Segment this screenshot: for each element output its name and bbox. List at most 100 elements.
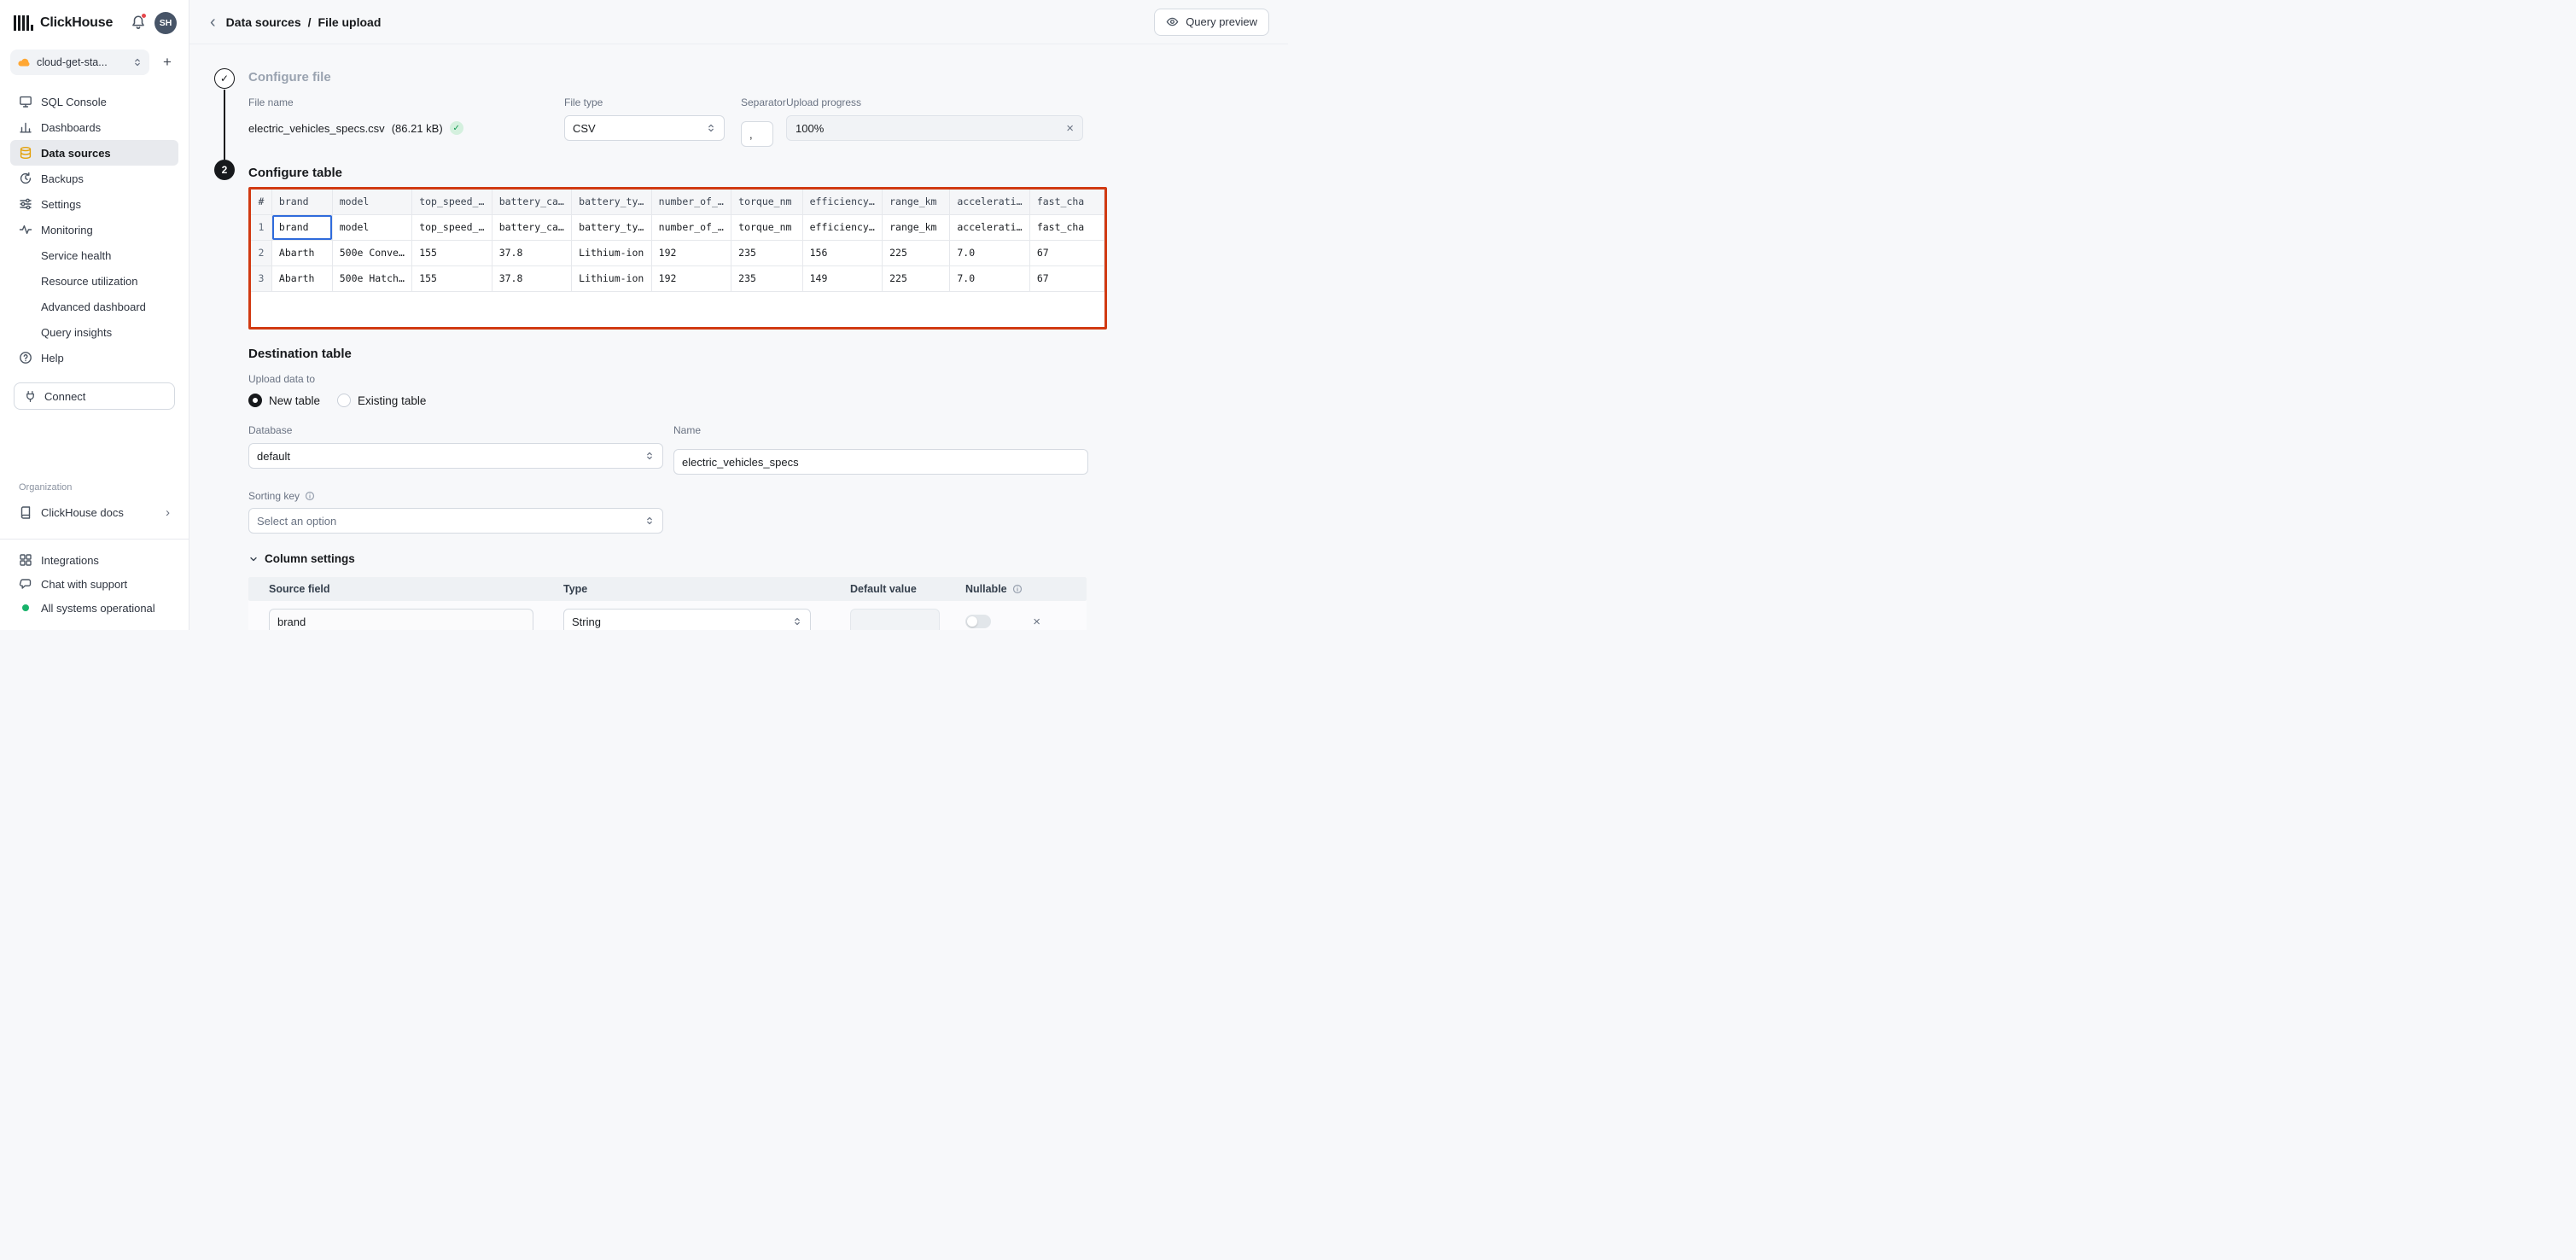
grid-cell[interactable]: 235 — [731, 240, 802, 265]
sidebar-item-backups[interactable]: Backups — [10, 166, 178, 191]
sidebar-item-integrations[interactable]: Integrations — [14, 548, 175, 572]
column-settings-toggle[interactable]: Column settings — [248, 552, 1288, 565]
type-select[interactable]: String — [563, 609, 811, 630]
grid-cell[interactable]: 37.8 — [492, 265, 571, 291]
grid-cell[interactable]: number_of_… — [651, 214, 731, 240]
sorting-key-label: Sorting key — [248, 490, 300, 502]
default-value-input[interactable] — [850, 609, 940, 630]
grid-cell[interactable]: 37.8 — [492, 240, 571, 265]
grid-cell[interactable]: 156 — [802, 240, 882, 265]
sidebar-item-help[interactable]: Help — [10, 345, 178, 370]
sidebar: ClickHouse SH cloud-get-sta... + SQL Con… — [0, 0, 189, 630]
grid-cell[interactable]: 192 — [651, 265, 731, 291]
sidebar-item-advanced-dashboard[interactable]: Advanced dashboard — [10, 294, 178, 319]
grid-cell-focused[interactable]: brand — [271, 214, 332, 240]
grid-cell[interactable]: 235 — [731, 265, 802, 291]
grid-cell[interactable]: battery_ty… — [572, 214, 651, 240]
grid-cell[interactable]: efficiency… — [802, 214, 882, 240]
grid-cell[interactable]: accelerati… — [950, 214, 1029, 240]
book-icon — [19, 505, 32, 519]
sidebar-item-chat-support[interactable]: Chat with support — [14, 572, 175, 596]
grid-cell[interactable]: Abarth — [271, 265, 332, 291]
breadcrumb-data-sources[interactable]: Data sources — [226, 15, 301, 29]
data-sources-icon — [19, 146, 32, 160]
grid-cell[interactable]: 7.0 — [950, 240, 1029, 265]
column-settings-label: Column settings — [265, 552, 355, 565]
console-icon — [19, 95, 32, 108]
add-service-button[interactable]: + — [158, 54, 177, 71]
step-1-complete-icon: ✓ — [214, 68, 235, 89]
column-settings-header: Source field Type Default value Nullable — [248, 577, 1087, 601]
grid-cell[interactable]: Lithium-ion — [572, 265, 651, 291]
grid-cell[interactable]: fast_cha — [1029, 214, 1104, 240]
grid-cell[interactable]: 500e Conve… — [332, 240, 411, 265]
file-size-value: (86.21 kB) — [392, 122, 443, 135]
radio-new-table[interactable]: New table — [248, 394, 320, 407]
grid-header-cell: battery_ty… — [572, 190, 651, 214]
workspace-selector[interactable]: cloud-get-sta... — [10, 50, 149, 75]
grid-cell[interactable]: 225 — [883, 240, 950, 265]
grid-header-row: # brand model top_speed_… battery_ca… ba… — [251, 190, 1104, 214]
grid-cell[interactable]: range_km — [883, 214, 950, 240]
grid-cell[interactable]: top_speed_… — [412, 214, 492, 240]
source-field-input[interactable] — [269, 609, 533, 630]
grid-cell[interactable]: 155 — [412, 265, 492, 291]
grid-cell[interactable]: Abarth — [271, 240, 332, 265]
sidebar-item-query-insights[interactable]: Query insights — [10, 319, 178, 345]
grid-header-cell: top_speed_… — [412, 190, 492, 214]
grid-header-cell: fast_cha — [1029, 190, 1104, 214]
grid-cell[interactable]: model — [332, 214, 411, 240]
sidebar-item-monitoring[interactable]: Monitoring — [10, 217, 178, 242]
grid-cell[interactable]: 7.0 — [950, 265, 1029, 291]
chat-bubble-icon — [19, 577, 32, 591]
grid-cell[interactable]: torque_nm — [731, 214, 802, 240]
grid-cell[interactable]: 192 — [651, 240, 731, 265]
sidebar-item-sql-console[interactable]: SQL Console — [10, 89, 178, 114]
remove-column-icon[interactable]: × — [1033, 615, 1040, 628]
sorting-key-select[interactable]: Select an option — [248, 508, 663, 534]
file-type-select[interactable]: CSV — [564, 115, 725, 141]
column-settings-row: String × — [248, 601, 1087, 630]
connect-label: Connect — [44, 390, 85, 403]
sidebar-item-system-status[interactable]: All systems operational — [14, 596, 175, 620]
toggle-knob — [967, 616, 977, 627]
upload-progress-bar: 100% × — [786, 115, 1083, 141]
backups-icon — [19, 172, 32, 185]
grid-cell[interactable]: 155 — [412, 240, 492, 265]
sidebar-item-resource-utilization[interactable]: Resource utilization — [10, 268, 178, 294]
back-chevron-icon[interactable]: ‹ — [210, 14, 216, 31]
sidebar-item-data-sources[interactable]: Data sources — [10, 140, 178, 166]
notifications-bell-icon[interactable] — [131, 15, 148, 32]
sidebar-menu: SQL Console Dashboards Data sources Back… — [0, 80, 189, 370]
file-type-value: CSV — [573, 122, 596, 135]
sorting-key-placeholder: Select an option — [257, 515, 336, 528]
grid-cell[interactable]: 67 — [1029, 240, 1104, 265]
destination-table-title: Destination table — [248, 347, 1288, 361]
grid-cell[interactable]: Lithium-ion — [572, 240, 651, 265]
nullable-toggle[interactable] — [965, 615, 991, 628]
sidebar-item-settings[interactable]: Settings — [10, 191, 178, 217]
settings-sliders-icon — [19, 197, 32, 211]
grid-cell[interactable]: 149 — [802, 265, 882, 291]
brand-name: ClickHouse — [40, 15, 113, 31]
info-icon — [305, 491, 315, 501]
sidebar-item-dashboards[interactable]: Dashboards — [10, 114, 178, 140]
sidebar-item-docs[interactable]: ClickHouse docs › — [14, 499, 175, 525]
cancel-upload-icon[interactable]: × — [1066, 122, 1074, 135]
database-select[interactable]: default — [248, 443, 663, 469]
grid-cell[interactable]: 500e Hatch… — [332, 265, 411, 291]
grid-header-cell: # — [251, 190, 271, 214]
avatar[interactable]: SH — [154, 12, 177, 34]
connect-button[interactable]: Connect — [14, 382, 175, 410]
plug-icon — [24, 390, 37, 403]
separator-input[interactable] — [741, 121, 773, 147]
radio-existing-table[interactable]: Existing table — [337, 394, 426, 407]
sidebar-item-service-health[interactable]: Service health — [10, 242, 178, 268]
grid-cell[interactable]: 67 — [1029, 265, 1104, 291]
grid-cell[interactable]: battery_ca… — [492, 214, 571, 240]
grid-header-cell: torque_nm — [731, 190, 802, 214]
table-name-input[interactable] — [673, 449, 1088, 475]
grid-cell[interactable]: 225 — [883, 265, 950, 291]
query-preview-button[interactable]: Query preview — [1154, 9, 1269, 36]
file-name-field: File name electric_vehicles_specs.csv (8… — [248, 96, 564, 147]
